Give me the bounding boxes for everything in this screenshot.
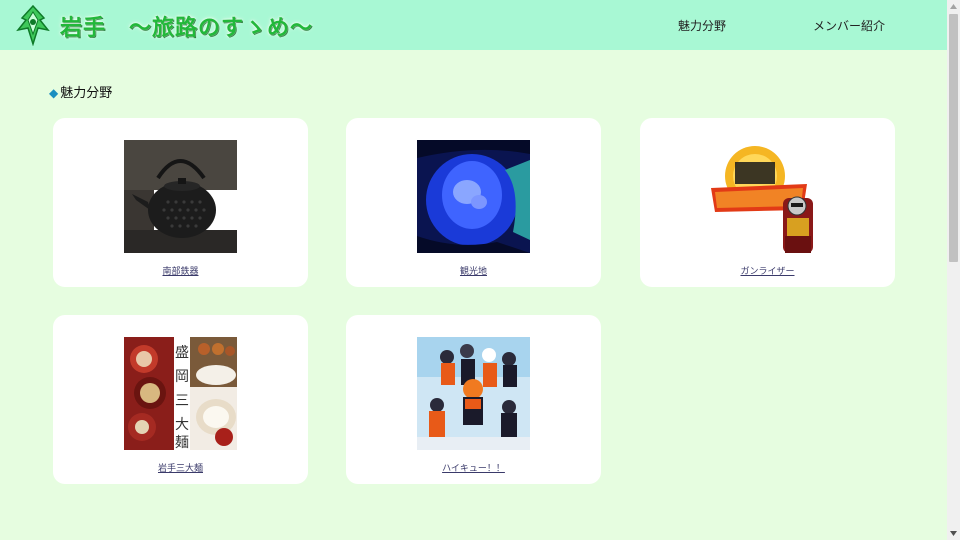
diamond-bullet-icon: ◆ — [49, 86, 59, 100]
blue-cave-water-image[interactable] — [417, 140, 530, 253]
card-sightseeing[interactable]: 観光地 — [346, 118, 601, 287]
nav-link-members[interactable]: メンバー紹介 — [813, 17, 885, 34]
scroll-down-arrow-icon[interactable] — [947, 527, 960, 540]
section-heading: ◆ 魅力分野 — [49, 82, 112, 101]
hero-logo-image[interactable] — [711, 140, 824, 253]
card-nanbu-ironware[interactable]: 南部鉄器 — [53, 118, 308, 287]
svg-text:大: 大 — [175, 417, 189, 433]
anime-volleyball-image[interactable] — [417, 337, 530, 450]
card-label[interactable]: 岩手三大麺 — [53, 461, 308, 474]
nav-link-appeal[interactable]: 魅力分野 — [678, 17, 726, 34]
vertical-scrollbar[interactable] — [947, 0, 960, 540]
card-label[interactable]: 観光地 — [346, 264, 601, 277]
svg-text:三: 三 — [175, 393, 189, 409]
card-haikyuu[interactable]: ハイキュー！！ — [346, 315, 601, 484]
site-header: 岩手 ～旅路のすゝめ～ 魅力分野 メンバー紹介 — [0, 0, 947, 50]
noodle-dishes-image[interactable]: 盛岡三大麺 — [124, 337, 237, 450]
card-three-noodles[interactable]: 盛岡三大麺 岩手三大麺 — [53, 315, 308, 484]
svg-text:麺: 麺 — [175, 435, 189, 450]
card-label[interactable]: 南部鉄器 — [53, 264, 308, 277]
section-heading-text: 魅力分野 — [60, 86, 113, 101]
iron-teapot-image[interactable] — [124, 140, 237, 253]
svg-text:盛: 盛 — [175, 345, 189, 361]
site-logo-icon[interactable] — [14, 4, 52, 47]
scroll-up-arrow-icon[interactable] — [947, 0, 960, 13]
svg-text:岡: 岡 — [175, 369, 189, 385]
site-title[interactable]: 岩手 ～旅路のすゝめ～ — [60, 10, 313, 42]
card-label[interactable]: ハイキュー！！ — [346, 461, 601, 474]
card-label[interactable]: ガンライザー — [640, 264, 895, 277]
card-ganriser[interactable]: ガンライザー — [640, 118, 895, 287]
scrollbar-thumb[interactable] — [949, 14, 958, 262]
